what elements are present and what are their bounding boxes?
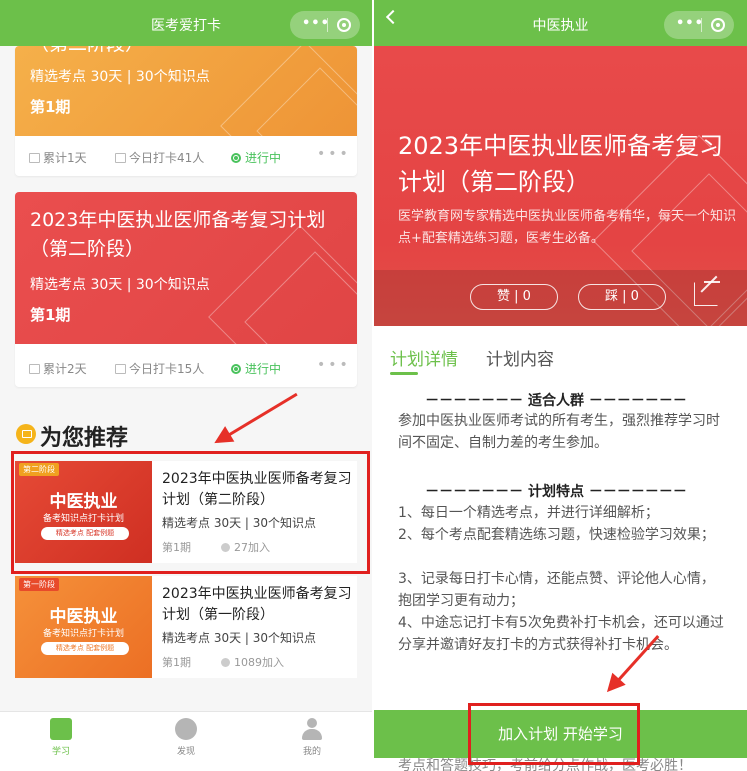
close-target-icon[interactable] bbox=[337, 18, 351, 32]
tab-bar: 学习 发现 我的 bbox=[0, 711, 372, 771]
thumbnail-subtitle: 备考知识点打卡计划 bbox=[42, 629, 124, 639]
plan-card-banner: 2023年中医执业医师备考复习计划（第二阶段） 精选考点 30天 | 30个知识… bbox=[15, 192, 357, 344]
plan-card-title: 2023年中医执业医师备考复习计划（第二阶段） bbox=[30, 209, 326, 260]
nav-bar: 医考爱打卡 ••• bbox=[0, 0, 372, 46]
tab-discover[interactable]: 发现 bbox=[156, 718, 216, 757]
mini-program-capsule[interactable]: ••• bbox=[664, 11, 734, 39]
thumbnail-title: 中医执业 bbox=[49, 607, 118, 627]
recommend-thumbnail: 第一阶段 中医执业 备考知识点打卡计划 精选考点 配套例题 bbox=[15, 576, 152, 678]
hero-description: 医学教育网专家精选中医执业医师备考精华，每天一个知识点+配套精选练习题，医考生必… bbox=[398, 209, 737, 246]
plan-card-title: （第二阶段） bbox=[30, 46, 144, 59]
more-icon[interactable]: ••• bbox=[317, 146, 351, 162]
tab-plan-details[interactable]: 计划详情 bbox=[390, 345, 458, 370]
recommend-joined: 1089加入 bbox=[234, 656, 284, 669]
feature-item: 1、每日一个精选考点，并进行详细解析； bbox=[398, 505, 659, 521]
mini-program-capsule[interactable]: ••• bbox=[290, 11, 360, 39]
recommend-icon bbox=[16, 424, 36, 444]
left-screen: 医考爱打卡 ••• （第二阶段） 精选考点 30天 | 30个知识点 第1期 累… bbox=[0, 0, 372, 771]
stat-total: 累计1天 bbox=[43, 151, 87, 165]
status-badge: 进行中 bbox=[245, 362, 282, 376]
tab-label: 学习 bbox=[51, 747, 70, 757]
calendar-icon bbox=[29, 153, 40, 163]
recommend-period: 第1期 bbox=[162, 656, 191, 669]
more-dots-icon[interactable]: ••• bbox=[676, 16, 704, 31]
plan-card[interactable]: （第二阶段） 精选考点 30天 | 30个知识点 第1期 累计1天 今日打卡41… bbox=[15, 46, 357, 176]
plan-card-footer: 累计2天 今日打卡15人 进行中 ••• bbox=[15, 347, 357, 387]
like-button[interactable]: 赞 | 0 bbox=[470, 284, 558, 310]
plan-card-banner: （第二阶段） 精选考点 30天 | 30个知识点 第1期 bbox=[15, 46, 357, 136]
more-dots-icon[interactable]: ••• bbox=[302, 16, 330, 31]
tab-label: 我的 bbox=[302, 747, 321, 757]
close-target-icon[interactable] bbox=[711, 18, 725, 32]
plan-card-period: 第1期 bbox=[30, 306, 71, 324]
stage-tag: 第一阶段 bbox=[19, 578, 59, 591]
recommend-item[interactable]: 第一阶段 中医执业 备考知识点打卡计划 精选考点 配套例题 2023年中医执业医… bbox=[15, 576, 357, 678]
tab-mine[interactable]: 我的 bbox=[282, 718, 342, 757]
recommend-title: 为您推荐 bbox=[40, 426, 129, 451]
feature-item: 2、每个考点配套精选练习题，快速检验学习效果； bbox=[398, 527, 715, 543]
tab-plan-content[interactable]: 计划内容 bbox=[486, 345, 554, 370]
recommend-sub: 精选考点 30天 | 30个知识点 bbox=[162, 631, 317, 645]
calendar-icon bbox=[29, 364, 40, 374]
person-icon bbox=[221, 658, 230, 667]
user-icon-body bbox=[302, 729, 322, 740]
feature-item: 3、记录每日打卡心情，还能点赞、评论他人心情，抱团学习更有动力； bbox=[398, 571, 715, 609]
plan-hero: 2023年中医执业医师备考复习计划（第二阶段） 医学教育网专家精选中医执业医师备… bbox=[374, 46, 747, 326]
hero-action-bar bbox=[374, 270, 747, 326]
calendar-icon bbox=[115, 364, 126, 374]
progress-icon bbox=[231, 364, 241, 374]
stat-today: 今日打卡15人 bbox=[129, 362, 205, 376]
plan-card-sub: 精选考点 30天 | 30个知识点 bbox=[30, 277, 210, 293]
nav-bar: 中医执业 ••• bbox=[374, 0, 747, 46]
right-screen: 中医执业 ••• 2023年中医执业医师备考复习计划（第二阶段） 医学教育网专家… bbox=[374, 0, 747, 771]
active-tab-indicator bbox=[390, 372, 418, 375]
hero-title: 2023年中医执业医师备考复习计划（第二阶段） bbox=[398, 132, 724, 196]
highlight-box bbox=[11, 451, 370, 574]
progress-icon bbox=[231, 153, 241, 163]
more-icon[interactable]: ••• bbox=[317, 357, 351, 373]
stat-today: 今日打卡41人 bbox=[129, 151, 205, 165]
plan-card-footer: 累计1天 今日打卡41人 进行中 ••• bbox=[15, 136, 357, 176]
plan-card[interactable]: 2023年中医执业医师备考复习计划（第二阶段） 精选考点 30天 | 30个知识… bbox=[15, 192, 357, 387]
user-icon-head bbox=[307, 718, 317, 728]
tab-label: 发现 bbox=[176, 747, 195, 757]
dislike-button[interactable]: 踩 | 0 bbox=[578, 284, 666, 310]
capsule-divider bbox=[327, 18, 328, 32]
stat-total: 累计2天 bbox=[43, 362, 87, 376]
annotation-arrow bbox=[217, 392, 298, 443]
calendar-icon bbox=[115, 153, 126, 163]
recommend-title-text: 2023年中医执业医师备考复习计划（第一阶段） bbox=[162, 586, 352, 623]
highlight-box bbox=[468, 703, 640, 765]
plan-card-period: 第1期 bbox=[30, 98, 71, 116]
feature-item: 4、中途忘记打卡有5次免费补打卡机会，还可以通过分享并邀请好友打卡的方式获得补打… bbox=[398, 615, 724, 653]
plan-card-sub: 精选考点 30天 | 30个知识点 bbox=[30, 69, 210, 85]
capsule-divider bbox=[701, 18, 702, 32]
share-icon[interactable] bbox=[694, 281, 720, 306]
compass-icon bbox=[175, 718, 197, 740]
section-heading: －－－－－－－ 适合人群 －－－－－－－ bbox=[425, 393, 687, 409]
section-heading: －－－－－－－ 计划特点 －－－－－－－ bbox=[425, 484, 687, 500]
status-badge: 进行中 bbox=[245, 151, 282, 165]
user-icon bbox=[301, 718, 323, 740]
book-icon bbox=[50, 718, 72, 740]
thumbnail-chips: 精选考点 配套例题 bbox=[41, 642, 129, 655]
section-text: 参加中医执业医师考试的所有考生，强烈推荐学习时间不固定、自制力差的考生参加。 bbox=[398, 413, 720, 451]
tab-study[interactable]: 学习 bbox=[31, 718, 91, 757]
